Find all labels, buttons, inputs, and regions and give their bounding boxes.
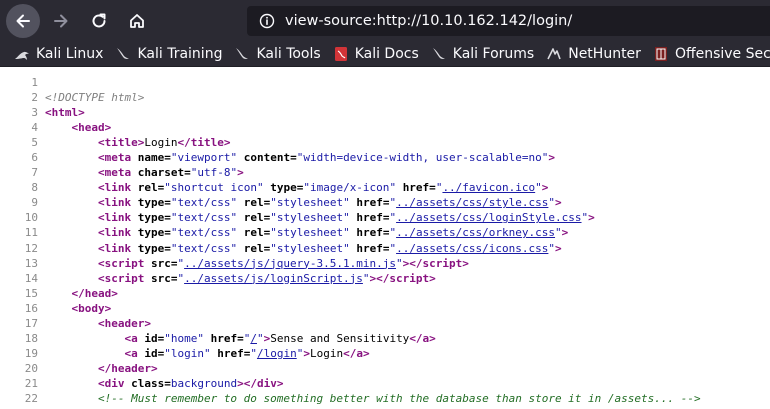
forward-button[interactable] (44, 4, 78, 38)
login-link-text: Login (309, 346, 344, 360)
source-line: 2 <!DOCTYPE html> (0, 90, 770, 105)
line-number: 1 (31, 76, 38, 89)
bookmark-kali-linux[interactable]: Kali Linux (14, 46, 103, 62)
nethunter-icon (546, 46, 562, 62)
stylesheet-link-login[interactable]: ../assets/css/loginStyle.css (396, 211, 581, 224)
bookmark-label: Kali Training (137, 46, 223, 62)
stylesheet-link-icons[interactable]: ../assets/css/icons.css (396, 242, 548, 255)
meta-charset-value: utf-8 (197, 166, 231, 180)
source-line: 4 <head> (0, 120, 770, 135)
source-line: 10 <link type="text/css" rel="stylesheet… (0, 210, 770, 225)
bookmark-label: Kali Forums (452, 46, 535, 62)
url-bar[interactable] (247, 6, 770, 36)
line-number: 2 (31, 91, 38, 105)
reload-icon (92, 13, 106, 28)
source-line: 21 <div class=background></div> (0, 376, 770, 391)
bookmarks-toolbar: Kali Linux Kali Training Kali Tools Kali… (0, 42, 770, 67)
home-button[interactable] (120, 4, 154, 38)
home-link-text: Sense and Sensitivity (270, 331, 410, 345)
line-number: 10 (24, 211, 38, 225)
kali-dragon-icon (115, 46, 131, 62)
line-number: 6 (31, 151, 38, 165)
line-number: 17 (24, 316, 38, 330)
stylesheet-link-style[interactable]: ../assets/css/style.css (396, 196, 548, 209)
reload-button[interactable] (82, 4, 116, 38)
line-number: 4 (31, 121, 38, 135)
source-line: 15 </head> (0, 286, 770, 301)
html-comment: <!-- Must remember to do something bette… (97, 391, 701, 405)
kali-dragon-icon (234, 46, 250, 62)
source-line: 18 <a id="home" href="/">Sense and Sensi… (0, 331, 770, 346)
source-line: 7 <meta charset="utf-8"> (0, 165, 770, 180)
script-link-login[interactable]: ../assets/js/loginScript.js (184, 272, 363, 285)
line-number: 11 (24, 226, 38, 240)
bookmark-kali-tools[interactable]: Kali Tools (234, 46, 321, 62)
arrow-left-icon (16, 14, 30, 28)
source-line: 16 <body> (0, 301, 770, 316)
line-number: 16 (24, 301, 38, 315)
line-number: 5 (31, 136, 38, 150)
bookmark-kali-training[interactable]: Kali Training (115, 46, 222, 62)
info-icon[interactable] (259, 13, 275, 29)
favicon-type: image/x-icon (309, 181, 390, 195)
page-source-view: 1 2 <!DOCTYPE html> 3 <html> 4 <head> 5 <t… (0, 67, 770, 406)
source-line: 14 <script src="../assets/js/loginScript… (0, 271, 770, 286)
bookmark-kali-docs[interactable]: Kali Docs (333, 46, 419, 62)
source-line: 6 <meta name="viewport" content="width=d… (0, 150, 770, 165)
line-number: 18 (24, 331, 38, 345)
home-icon (130, 14, 144, 28)
favicon-link[interactable]: ../favicon.ico (442, 181, 535, 194)
source-line: 19 <a id="login" href="/login">Login</a> (0, 346, 770, 361)
script-link-jquery[interactable]: ../assets/js/jquery-3.5.1.min.js (184, 257, 396, 270)
source-line: 20 </header> (0, 361, 770, 376)
source-line: 17 <header> (0, 316, 770, 331)
line-number: 21 (24, 376, 38, 390)
browser-toolbar (0, 0, 770, 42)
meta-viewport-value: width=device-width, user-scalable=no (303, 151, 542, 165)
arrow-right-icon (54, 14, 68, 28)
bookmark-offensive-security[interactable]: Offensive Security (653, 46, 770, 62)
offsec-icon (653, 46, 669, 62)
line-number: 12 (24, 241, 38, 255)
kali-dragon-icon (431, 46, 447, 62)
bookmark-label: Kali Linux (36, 46, 104, 62)
source-line: 5 <title>Login</title> (0, 135, 770, 150)
source-line: 8 <link rel="shortcut icon" type="image/… (0, 180, 770, 195)
kali-docs-icon (333, 46, 349, 62)
source-line: 9 <link type="text/css" rel="stylesheet"… (0, 195, 770, 210)
source-line: 11 <link type="text/css" rel="stylesheet… (0, 225, 770, 240)
line-number: 14 (24, 271, 38, 285)
url-input[interactable] (285, 13, 745, 29)
bookmark-label: Offensive Security (674, 46, 770, 62)
line-number: 7 (31, 166, 38, 180)
source-line: 3 <html> (0, 105, 770, 120)
stylesheet-link-orkney[interactable]: ../assets/css/orkney.css (396, 226, 555, 239)
login-link[interactable]: /login (257, 347, 297, 360)
line-number: 19 (24, 346, 38, 360)
source-line: 1 (0, 75, 770, 90)
doctype: <!DOCTYPE html> (45, 91, 145, 105)
line-number: 20 (24, 361, 38, 375)
bookmark-label: NetHunter (568, 46, 641, 62)
bookmark-nethunter[interactable]: NetHunter (546, 46, 641, 62)
source-line: 22 <!-- Must remember to do something be… (0, 391, 770, 406)
line-number: 13 (24, 256, 38, 270)
line-number: 15 (24, 286, 38, 300)
line-number: 22 (24, 391, 38, 405)
source-line: 13 <script src="../assets/js/jquery-3.5.… (0, 256, 770, 271)
source-line: 12 <link type="text/css" rel="stylesheet… (0, 241, 770, 256)
bookmark-label: Kali Docs (354, 46, 419, 62)
bookmark-kali-forums[interactable]: Kali Forums (431, 46, 534, 62)
title-text: Login (144, 136, 178, 150)
home-link[interactable]: / (250, 332, 257, 345)
bookmark-label: Kali Tools (256, 46, 321, 62)
line-number: 9 (31, 196, 38, 210)
back-button[interactable] (6, 4, 40, 38)
line-number: 3 (31, 106, 38, 120)
kali-dragon-icon (14, 46, 30, 62)
line-number: 8 (31, 181, 38, 195)
